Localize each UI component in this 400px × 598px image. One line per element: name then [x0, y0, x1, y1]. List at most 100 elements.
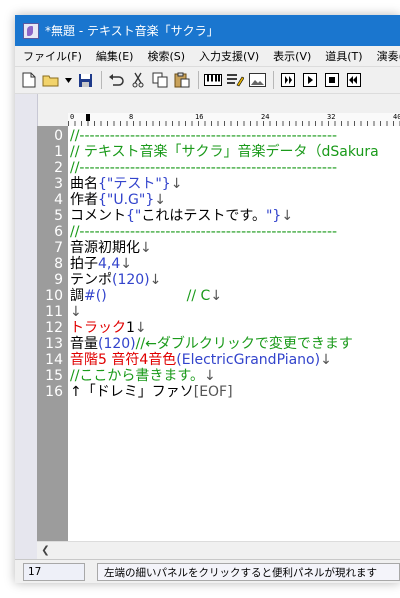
line-number: 4	[54, 192, 63, 208]
stop-icon[interactable]	[322, 70, 342, 90]
code-token: (ElectricGrandPiano)	[176, 352, 321, 368]
menu-view[interactable]: 表示(V)	[266, 48, 318, 64]
line-number-gutter: 0 1 2 3 4 5 6 7 8 9 10 11 12 13 14 15 16	[37, 126, 68, 541]
eof-marker: [EOF]	[193, 384, 233, 400]
line-end-mark: ↓	[281, 208, 294, 224]
code-token: {"	[126, 208, 142, 224]
code-token: {"U.G"}	[98, 192, 155, 208]
undo-icon[interactable]	[106, 70, 126, 90]
column-ruler: 0 8 16 24 32 40	[68, 113, 400, 127]
dropdown-arrow-icon[interactable]	[63, 70, 73, 90]
line-end-mark: ↓	[120, 256, 132, 272]
menu-search[interactable]: 検索(S)	[140, 48, 192, 64]
image-icon[interactable]	[247, 70, 267, 90]
code-token: 作者	[70, 192, 98, 208]
toolbar	[15, 66, 400, 94]
ruler-label: 32	[327, 113, 336, 121]
line-end-mark: ↓	[140, 240, 152, 256]
code-line: //--------------------------------------…	[70, 224, 338, 240]
code-token: (120)	[98, 336, 136, 352]
code-token: 曲名	[70, 176, 98, 192]
code-line: 作者{"U.G"}↓	[70, 192, 166, 208]
ruler-label: 8	[129, 113, 134, 121]
code-line: 拍子4,4↓	[70, 256, 132, 272]
ruler-label: 0	[70, 113, 75, 121]
sakura-app-icon[interactable]	[23, 22, 39, 39]
line-number: 11	[45, 304, 63, 320]
ruler-label: 16	[195, 113, 204, 121]
code-line: 音量(120)//←ダブルクリックで変更できます	[70, 336, 353, 352]
edit-list-icon[interactable]	[225, 70, 245, 90]
new-file-icon[interactable]	[19, 70, 39, 90]
horizontal-scrollbar[interactable]: ❮	[37, 541, 400, 560]
line-end-mark: ↓	[320, 352, 332, 368]
code-token: 音符4	[111, 352, 149, 368]
status-line-number: 17	[23, 563, 85, 581]
line-number: 2	[54, 160, 63, 176]
code-token: // C	[186, 288, 211, 304]
editor-area: 0 8 16 24 32 40 0 1 2 3 4 5 6 7 8 9 10 1…	[15, 94, 400, 560]
menu-input-support[interactable]: 入力支援(V)	[192, 48, 266, 64]
paste-icon[interactable]	[172, 70, 192, 90]
line-end-mark: ↓	[70, 304, 82, 320]
line-number: 9	[54, 272, 63, 288]
code-line: 曲名{"テスト"}↓	[70, 176, 182, 192]
line-number: 5	[54, 208, 63, 224]
menu-edit[interactable]: 編集(E)	[89, 48, 141, 64]
menu-tools[interactable]: 道具(T)	[318, 48, 369, 64]
menu-play[interactable]: 演奏(	[370, 48, 400, 64]
code-token: コメント	[70, 208, 126, 224]
copy-icon[interactable]	[150, 70, 170, 90]
ruler-cursor-marker	[86, 114, 90, 121]
code-line: //--------------------------------------…	[70, 160, 338, 176]
line-number: 10	[45, 288, 63, 304]
ruler-label: 24	[261, 113, 270, 121]
code-line: ↑「ドレミ」ファソ[EOF]	[70, 384, 233, 400]
code-line: テンポ(120)↓	[70, 272, 161, 288]
menu-file[interactable]: ファイル(F)	[15, 48, 89, 64]
code-token: #()	[84, 288, 107, 304]
code-token: テンポ	[70, 272, 112, 288]
save-icon[interactable]	[75, 70, 95, 90]
line-end-mark: ↓	[154, 192, 166, 208]
code-line: コメント{"これはテストです。"}↓	[70, 208, 293, 224]
line-number: 0	[54, 128, 63, 144]
scroll-left-arrow-icon[interactable]: ❮	[37, 542, 54, 559]
toolbar-separator	[101, 71, 102, 89]
line-number: 1	[54, 144, 63, 160]
line-end-mark: ↓	[170, 176, 183, 192]
piano-icon[interactable]	[203, 70, 223, 90]
code-token: ↑「ドレミ」ファソ	[70, 384, 194, 400]
title-bar[interactable]: *無題 - テキスト音楽「サクラ」	[15, 15, 400, 46]
play-selection-icon[interactable]	[300, 70, 320, 90]
code-line: 調#() // C↓	[70, 288, 222, 304]
code-token: 音源初期化	[70, 240, 140, 256]
code-token: 調	[70, 288, 84, 304]
line-end-mark: ↓	[204, 368, 216, 384]
line-number: 8	[54, 256, 63, 272]
line-number: 13	[45, 336, 63, 352]
play-icon[interactable]	[278, 70, 298, 90]
line-number: 6	[54, 224, 63, 240]
toolbar-separator	[273, 71, 274, 89]
open-folder-icon[interactable]	[41, 70, 61, 90]
code-line: // テキスト音楽「サクラ」音楽データ（dSakura	[70, 144, 379, 160]
code-token: (120)	[112, 272, 150, 288]
toolbar-separator	[198, 71, 199, 89]
code-editor[interactable]: //--------------------------------------…	[68, 126, 400, 541]
code-token: "}	[265, 208, 282, 224]
cut-icon[interactable]	[128, 70, 148, 90]
code-token: 音量	[70, 336, 98, 352]
code-line: 音源初期化↓	[70, 240, 152, 256]
code-token: 4,4	[98, 256, 121, 272]
code-token: これはテストです。	[141, 208, 266, 224]
line-number: 16	[45, 384, 63, 400]
convenience-panel-strip[interactable]	[15, 94, 38, 559]
code-token: 拍子	[70, 256, 98, 272]
code-token: 1	[126, 320, 135, 336]
code-token: {"テスト"}	[98, 176, 171, 192]
line-number: 7	[54, 240, 63, 256]
line-number: 15	[45, 368, 63, 384]
code-token: //ここから書きます。	[70, 368, 205, 384]
rewind-icon[interactable]	[344, 70, 364, 90]
